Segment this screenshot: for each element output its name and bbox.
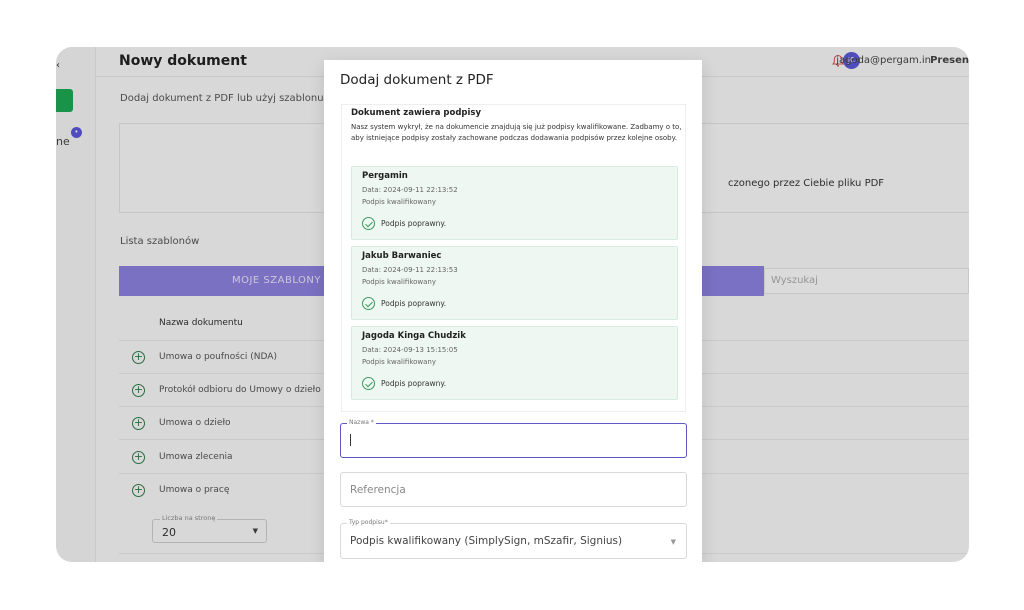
signature-type-value: Podpis kwalifikowany (SimplySign, mSzafi… [350,535,623,547]
document-name-label: Nazwa * [347,419,376,426]
signature-status: Podpis poprawny. [381,219,447,228]
check-circle-icon [362,297,375,310]
signatures-description: Nasz system wykrył, że na dokumencie zna… [351,123,682,142]
signer-name: Pergamin [362,171,408,181]
add-pdf-dialog: Dodaj dokument z PDF Dokument zawiera po… [324,60,702,562]
signature-type-label: Typ podpisu* [347,519,390,526]
signature-status: Podpis poprawny. [381,299,447,308]
signature-card: Jagoda Kinga Chudzik Data: 2024-09-13 15… [351,326,678,400]
signature-date: Data: 2024-09-11 22:13:52 [362,186,458,194]
document-name-field[interactable]: Nazwa * [340,419,687,458]
signature-date: Data: 2024-09-11 22:13:53 [362,266,458,274]
signatures-panel: Dokument zawiera podpisy Nasz system wyk… [341,104,686,412]
reference-field[interactable]: Referencja [340,472,687,507]
check-circle-icon [362,377,375,390]
signature-type: Podpis kwalifikowany [362,358,437,366]
signature-card: Pergamin Data: 2024-09-11 22:13:52 Podpi… [351,166,678,240]
reference-placeholder: Referencja [350,484,406,496]
dialog-title: Dodaj dokument z PDF [340,72,494,88]
signature-card: Jakub Barwaniec Data: 2024-09-11 22:13:5… [351,246,678,320]
signatures-heading: Dokument zawiera podpisy [351,108,482,118]
text-cursor [350,434,351,446]
check-circle-icon [362,217,375,230]
signature-type-select[interactable]: Typ podpisu* Podpis kwalifikowany (Simpl… [340,519,687,559]
signature-type: Podpis kwalifikowany [362,278,437,286]
signature-type: Podpis kwalifikowany [362,198,437,206]
signature-status: Podpis poprawny. [381,379,447,388]
chevron-down-icon: ▼ [670,538,676,546]
app-window: ‹ ne • Nowy dokument JC jagoda@pergam.in… [56,47,969,562]
signer-name: Jakub Barwaniec [362,251,442,261]
signature-date: Data: 2024-09-13 15:15:05 [362,346,458,354]
signer-name: Jagoda Kinga Chudzik [362,331,466,341]
